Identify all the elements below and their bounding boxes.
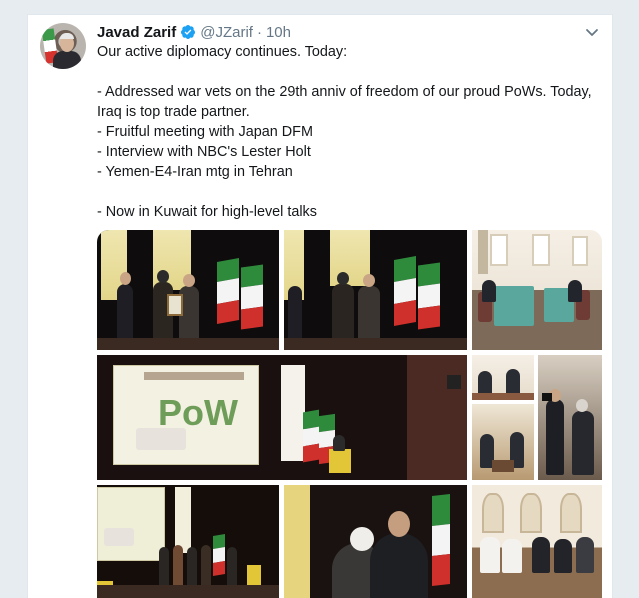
author-handle[interactable]: @JZarif [200, 24, 253, 41]
photo-press-interview[interactable] [538, 355, 602, 480]
photo-meeting-room[interactable] [472, 230, 602, 350]
bus-image [136, 428, 186, 450]
monitor [447, 375, 461, 389]
speaker [333, 435, 345, 451]
stage-floor [97, 585, 279, 598]
curtain [407, 355, 467, 480]
podium [329, 449, 351, 473]
person-head [388, 511, 410, 537]
tweet-line: - Interview with NBC's Lester Holt [97, 144, 311, 160]
tweet-line: - Yemen-E4-Iran mtg in Tehran [97, 164, 293, 180]
tweet-header: Javad Zarif @JZarif · 10h [97, 22, 291, 42]
tweet-text: Our active diplomacy continues. Today: -… [97, 42, 602, 222]
arch [560, 493, 582, 533]
photo-award-ceremony-2[interactable] [284, 230, 467, 350]
photo-stage-group[interactable] [97, 485, 279, 598]
flag [241, 264, 263, 330]
avatar-hair [60, 33, 74, 39]
camera [542, 393, 552, 401]
window [572, 236, 588, 266]
window [532, 234, 550, 266]
projection-screen [97, 487, 165, 561]
tweet-line: Our active diplomacy continues. Today: [97, 44, 348, 60]
flag [303, 409, 319, 463]
separator-dot: · [256, 23, 262, 41]
photo-meeting-small-1[interactable] [472, 355, 534, 400]
person [532, 537, 550, 573]
person [502, 539, 522, 573]
person-head [350, 527, 374, 551]
photo-meeting-small-2[interactable] [472, 404, 534, 480]
person-head [363, 274, 375, 287]
photo-embrace[interactable] [284, 485, 467, 598]
tweet-line: - Now in Kuwait for high-level talks [97, 204, 317, 220]
avatar[interactable] [40, 23, 86, 69]
person [173, 545, 183, 591]
coffee-table [492, 460, 514, 472]
person-head [157, 270, 169, 283]
screen-caption [144, 372, 244, 380]
tweet-line: - Addressed war vets on the 29th anniv o… [97, 84, 592, 120]
flag [418, 262, 440, 330]
stage-banner [281, 365, 305, 461]
person [554, 539, 572, 573]
arch [520, 493, 542, 533]
projection-screen: PoW [113, 365, 259, 465]
stage-floor [284, 338, 467, 350]
carpet [472, 393, 534, 400]
person-head [576, 399, 588, 412]
timestamp[interactable]: 10h [266, 24, 291, 41]
person [576, 537, 594, 573]
award-plaque [167, 294, 183, 316]
flag [213, 533, 225, 577]
flag [432, 494, 450, 586]
flag [394, 256, 416, 326]
photo-award-ceremony-1[interactable] [97, 230, 279, 350]
window [490, 234, 508, 266]
person [201, 545, 211, 591]
stage-banner [175, 487, 191, 553]
person [370, 533, 428, 598]
stage-floor [97, 338, 279, 350]
chevron-down-icon[interactable] [584, 24, 600, 40]
verified-badge-icon [181, 25, 196, 39]
person [572, 411, 594, 475]
bus-image [104, 528, 134, 546]
person [546, 399, 564, 475]
person-head [120, 272, 131, 285]
person [480, 537, 500, 573]
photo-kuwait-hall[interactable] [472, 485, 602, 598]
stage-banner [284, 485, 310, 598]
media-grid: PoW [97, 230, 602, 598]
tweet-line: - Fruitful meeting with Japan DFM [97, 124, 313, 140]
curtain [478, 230, 488, 274]
person-head [337, 272, 349, 285]
arch [482, 493, 504, 533]
person [482, 280, 496, 302]
tweet-card[interactable]: Javad Zarif @JZarif · 10h Our active dip… [27, 14, 613, 598]
person-head [183, 274, 195, 287]
flag [217, 258, 239, 324]
author-name[interactable]: Javad Zarif [97, 24, 176, 41]
person [568, 280, 582, 302]
meeting-table [494, 286, 534, 326]
photo-pow-stage[interactable]: PoW [97, 355, 467, 480]
avatar-suit [53, 51, 81, 69]
